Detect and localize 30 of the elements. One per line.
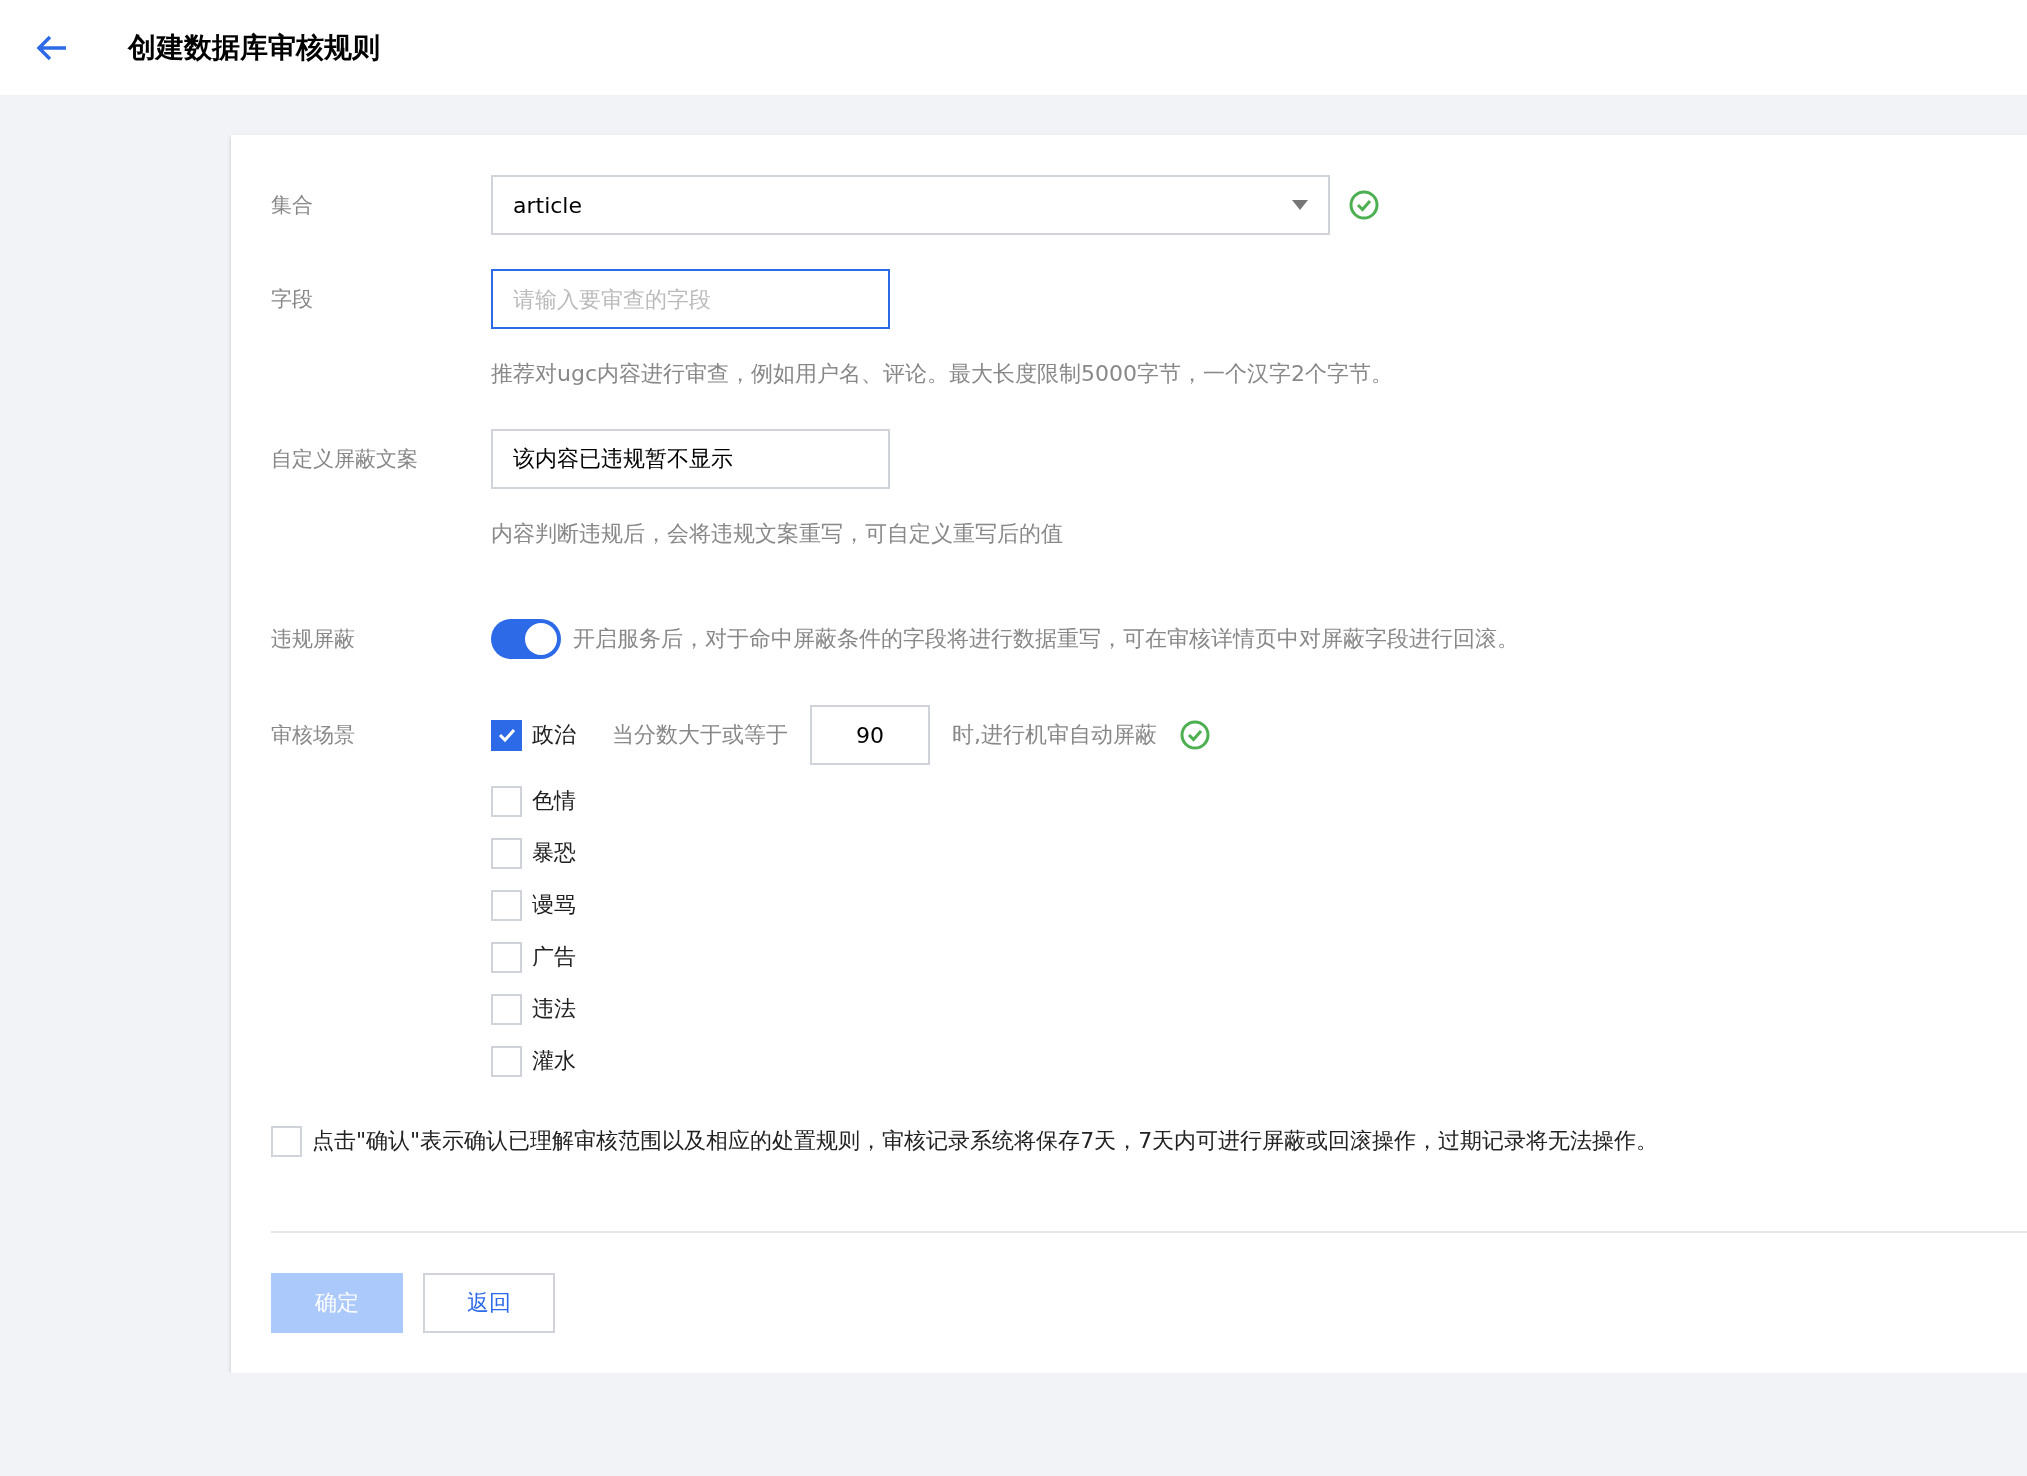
back-button[interactable]: 返回: [423, 1273, 555, 1333]
toggle-switch[interactable]: [491, 619, 561, 659]
success-check-icon: [1179, 719, 1211, 751]
checkbox-label: 谩骂: [532, 891, 576, 919]
threshold-label: 当分数大于或等于: [612, 721, 788, 749]
field-input[interactable]: 请输入要审查的字段: [491, 269, 890, 329]
mask-text-input[interactable]: 该内容已违规暂不显示: [491, 429, 890, 489]
field-label: 自定义屏蔽文案: [271, 446, 419, 473]
checkbox-label: 灌水: [532, 1047, 576, 1075]
agreement-text: 点击"确认"表示确认已理解审核范围以及相应的处置规则，审核记录系统将保存7天，7天内可进行屏蔽或回滚操作，过期记录将无法操作。: [312, 1127, 1659, 1155]
collection-select[interactable]: article: [491, 175, 1330, 235]
threshold-label: 时,进行机审自动屏蔽: [952, 721, 1157, 749]
field-label: 违规屏蔽: [271, 626, 356, 653]
checkbox-label: 政治: [532, 721, 576, 749]
hint-text: 内容判断违规后，会将违规文案重写，可自定义重写后的值: [491, 520, 1063, 548]
checkbox-label: 暴恐: [532, 839, 576, 867]
field-label: 字段: [271, 286, 314, 313]
checkbox[interactable]: [491, 719, 522, 751]
checkbox-label: 违法: [532, 995, 576, 1023]
checkbox-label: 色情: [532, 787, 576, 815]
checkbox-label: 广告: [532, 943, 576, 971]
toggle-description: 开启服务后，对于命中屏蔽条件的字段将进行数据重写，可在审核详情页中对屏蔽字段进行回滚。: [573, 625, 1519, 653]
score-input[interactable]: 90: [810, 705, 930, 765]
back-arrow-icon[interactable]: [36, 33, 68, 62]
page-title: 创建数据库审核规则: [128, 29, 380, 66]
hint-text: 推荐对ugc内容进行审查，例如用户名、评论。最大长度限制5000字节，一个汉字2个字节。: [491, 360, 1393, 388]
success-check-icon: [1348, 189, 1380, 221]
field-label: 集合: [271, 192, 314, 219]
field-label: 审核场景: [271, 722, 356, 749]
caret-icon: [1292, 200, 1308, 210]
